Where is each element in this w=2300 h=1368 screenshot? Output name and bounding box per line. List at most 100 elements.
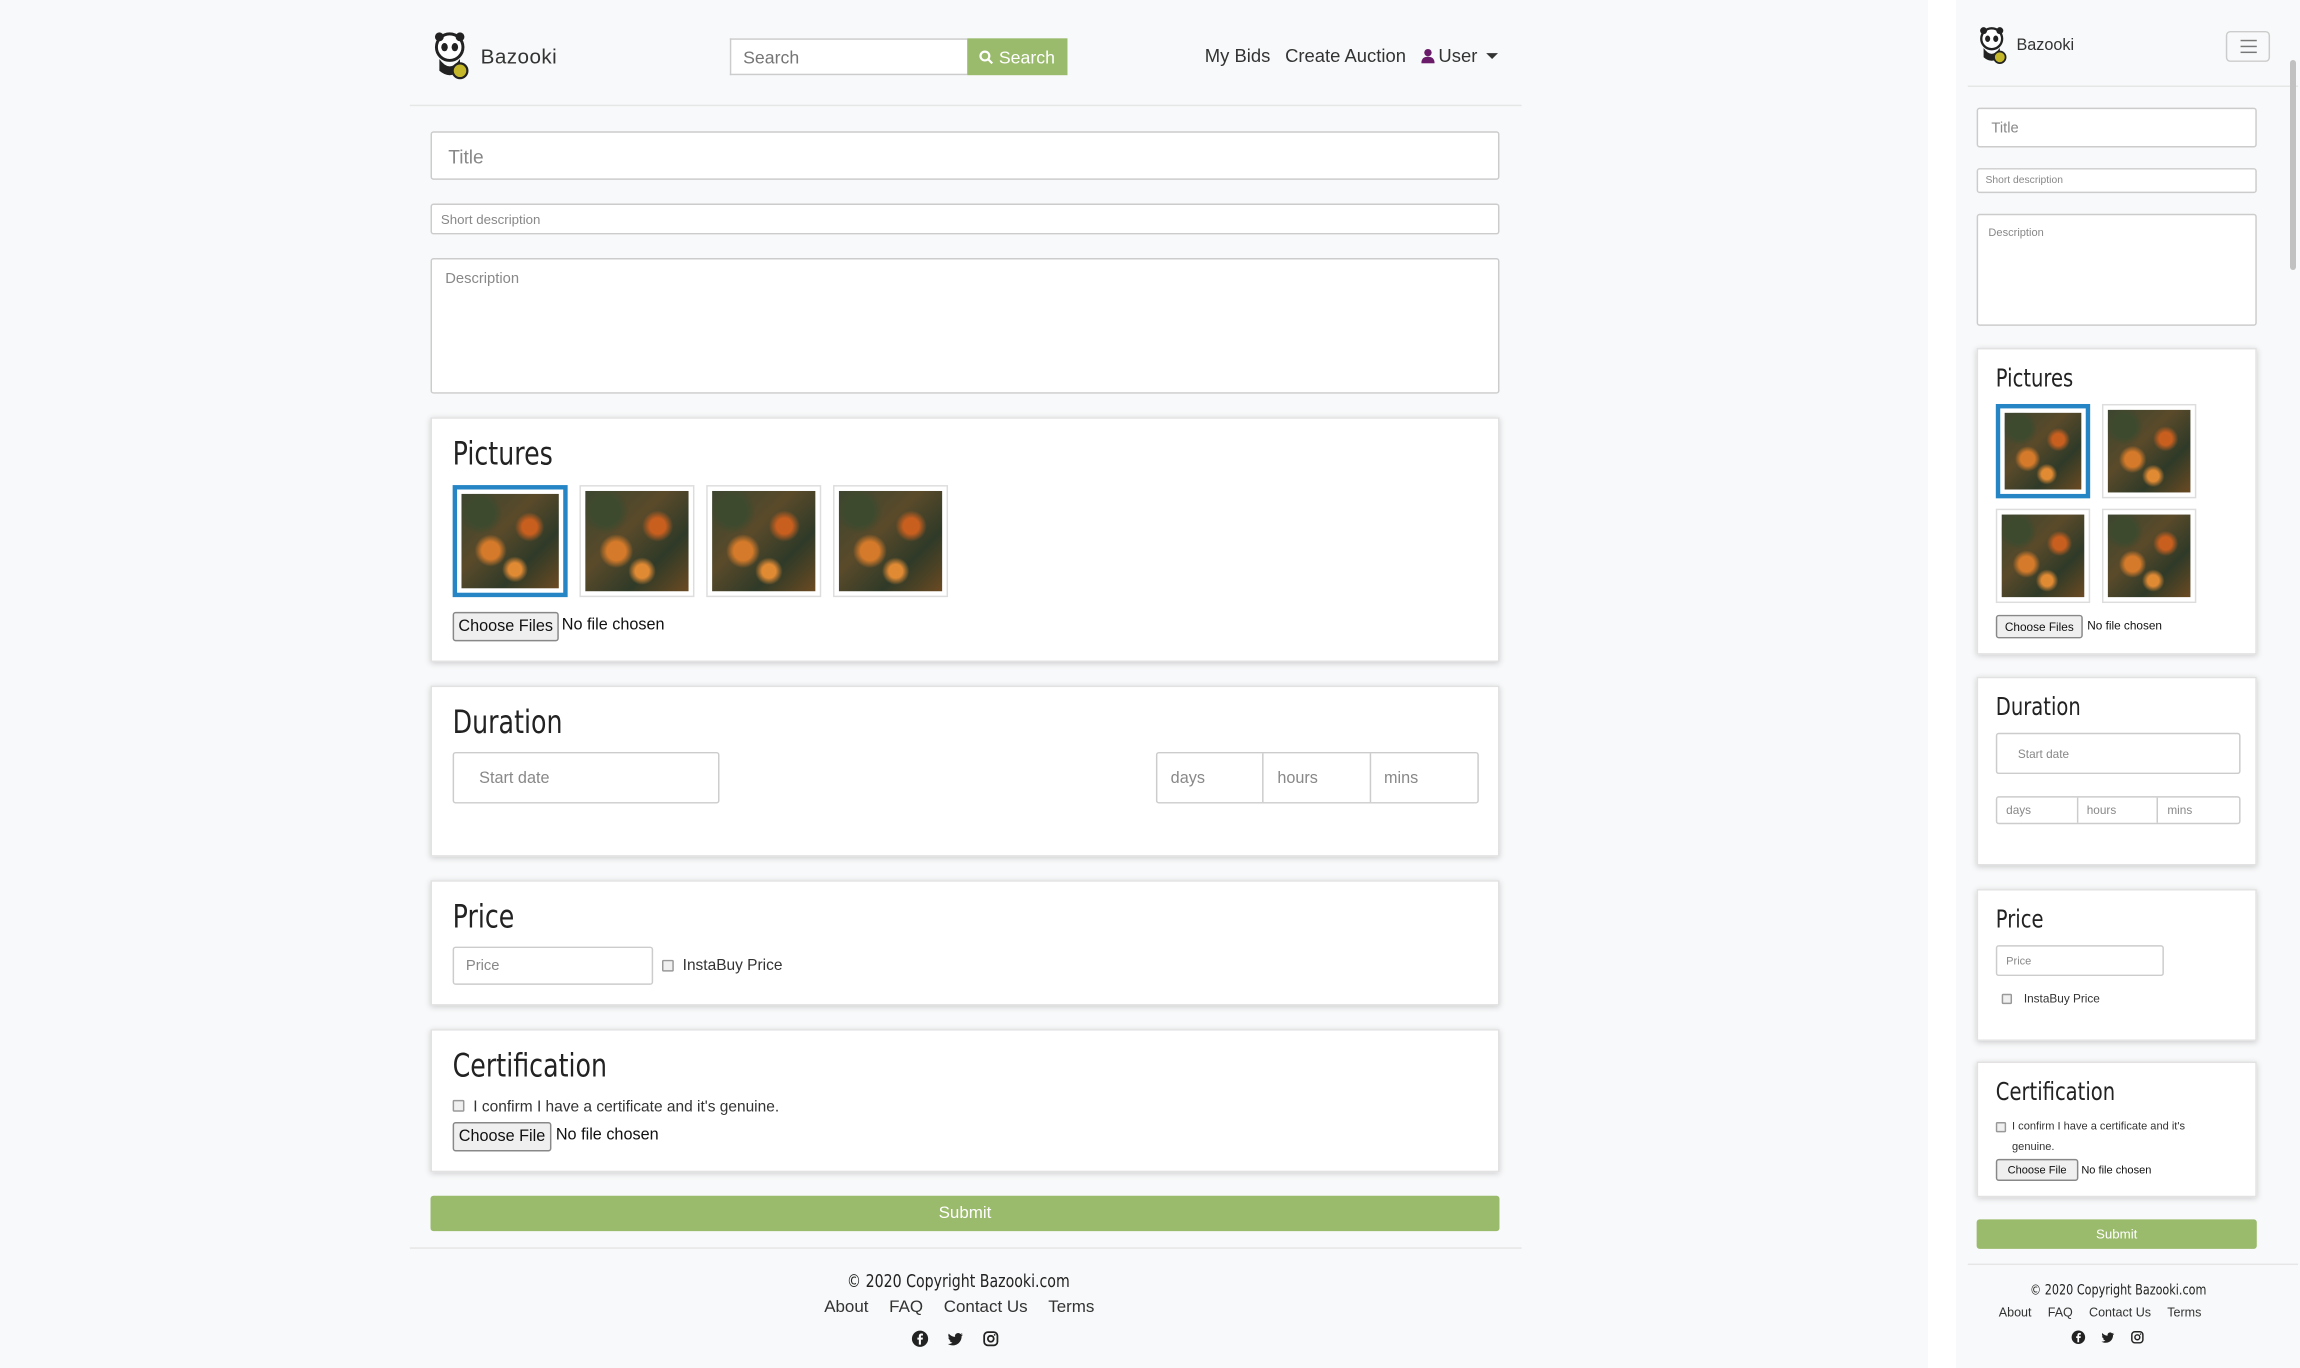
mobile-header-divider [1967, 85, 2299, 87]
mins-input[interactable]: mins [1371, 753, 1478, 802]
start-date-input[interactable]: Start date [452, 751, 720, 804]
mobile-hours-input[interactable]: hours [2078, 797, 2159, 823]
nav-links: My Bids Create Auction User [1205, 45, 1498, 67]
mobile-title-input[interactable]: Title [1976, 107, 2257, 148]
social-links [911, 1330, 999, 1348]
short-description-input[interactable]: Short description [430, 203, 1500, 235]
mobile-duration-card: Duration Start date days hours mins [1976, 676, 2257, 866]
mobile-short-description-input[interactable]: Short description [1976, 168, 2257, 194]
mobile-footer-link-contact[interactable]: Contact Us [2089, 1305, 2151, 1320]
mobile-mins-input[interactable]: mins [2158, 798, 2239, 823]
hours-input[interactable]: hours [1264, 753, 1371, 803]
mobile-footer-divider [1967, 1263, 2299, 1266]
title-input[interactable]: Title [430, 131, 1500, 180]
submit-button[interactable]: Submit [430, 1195, 1500, 1232]
facebook-icon[interactable] [911, 1330, 929, 1348]
choose-file-button[interactable]: Choose File [452, 1122, 552, 1152]
mobile-instabuy-checkbox[interactable] [2001, 993, 2013, 1005]
mobile-copyright: © 2020 Copyright Bazooki.com [2029, 1282, 2207, 1299]
instagram-icon[interactable] [2130, 1330, 2145, 1345]
mobile-days-input[interactable]: days [1997, 797, 2078, 823]
nav-my-bids[interactable]: My Bids [1205, 46, 1271, 67]
footer-link-contact[interactable]: Contact Us [944, 1299, 1028, 1317]
chevron-down-icon [1486, 53, 1498, 59]
mobile-description-textarea[interactable]: Description [1976, 213, 2257, 326]
menu-toggle-icon[interactable] [2225, 30, 2271, 62]
picture-thumbnail[interactable] [706, 485, 822, 598]
mobile-start-date-input[interactable]: Start date [1995, 732, 2241, 775]
picture-thumbnail[interactable] [2101, 508, 2197, 604]
picture-thumbnail-selected[interactable] [452, 485, 568, 598]
price-card: Price Price InstaBuy Price [430, 880, 1500, 1006]
mobile-price-input[interactable]: Price [1995, 945, 2164, 977]
desktop-view: Bazooki Search My Bids Create Auction Us… [0, 0, 1917, 1368]
mobile-certificate-confirm-line1: I confirm I have a certificate and it's [2012, 1119, 2186, 1133]
pictures-card: Pictures Choose Files No file chosen [430, 417, 1500, 663]
certificate-checkbox[interactable] [452, 1099, 465, 1112]
pictures-file-status: No file chosen [561, 616, 665, 634]
panda-logo-icon [431, 29, 472, 82]
instagram-icon[interactable] [982, 1330, 1000, 1348]
navbar: Bazooki Search My Bids Create Auction Us… [409, 0, 1522, 107]
mobile-choose-file-button[interactable]: Choose File [1995, 1158, 2079, 1181]
mobile-brand-name: Bazooki [2016, 36, 2075, 55]
mobile-submit-button[interactable]: Submit [1976, 1219, 2257, 1249]
certificate-file-status: No file chosen [555, 1126, 659, 1145]
search-button[interactable]: Search [967, 38, 1068, 76]
nav-user-dropdown[interactable]: User [1420, 45, 1498, 67]
mobile-scrollbar[interactable] [2290, 60, 2296, 270]
mobile-price-card: Price Price InstaBuy Price [1976, 889, 2257, 1041]
twitter-icon[interactable] [947, 1330, 965, 1348]
picture-thumbnail[interactable] [2101, 403, 2197, 499]
picture-thumbnail-selected[interactable] [1995, 403, 2091, 499]
mobile-certificate-confirm-line2: genuine. [2012, 1139, 2055, 1153]
duration-inputs: days hours mins [1155, 751, 1479, 804]
mobile-duration-heading: Duration [1995, 692, 2081, 723]
mobile-price-heading: Price [1995, 905, 2044, 935]
footer-link-faq[interactable]: FAQ [889, 1299, 923, 1317]
certificate-confirm-label: I confirm I have a certificate and it's … [473, 1098, 780, 1117]
nav-create-auction[interactable]: Create Auction [1285, 46, 1406, 67]
brand[interactable]: Bazooki [431, 29, 558, 82]
mobile-pictures-heading: Pictures [1995, 364, 2074, 394]
search-input[interactable] [729, 38, 968, 76]
copyright: © 2020 Copyright Bazooki.com [846, 1270, 1070, 1292]
picture-thumbnail[interactable] [833, 485, 949, 598]
certification-card: Certification I confirm I have a certifi… [430, 1029, 1500, 1173]
user-icon [1420, 48, 1434, 64]
view-separator [1928, 0, 1956, 1368]
search-form: Search [729, 38, 1068, 76]
facebook-icon[interactable] [2071, 1330, 2086, 1345]
search-button-label: Search [998, 46, 1055, 68]
footer-divider [409, 1247, 1522, 1249]
mobile-footer-links: About FAQ Contact Us Terms [1999, 1305, 2202, 1320]
mobile-certification-card: Certification I confirm I have a certifi… [1976, 1061, 2257, 1198]
footer-link-about[interactable]: About [824, 1299, 868, 1317]
picture-thumbnail[interactable] [1995, 508, 2091, 604]
mobile-footer-link-faq[interactable]: FAQ [2048, 1305, 2073, 1320]
mobile-footer-link-about[interactable]: About [1999, 1305, 2032, 1320]
footer-links: About FAQ Contact Us Terms [824, 1299, 1094, 1317]
mobile-view: Bazooki Title Short description Descript… [1956, 0, 2300, 1368]
mobile-instabuy-label: InstaBuy Price [2023, 992, 2100, 1006]
choose-files-button[interactable]: Choose Files [452, 611, 559, 642]
days-input[interactable]: days [1157, 753, 1265, 803]
mobile-brand[interactable]: Bazooki [1977, 24, 2075, 68]
mobile-pictures-file-status: No file chosen [2087, 619, 2162, 633]
mobile-footer-link-terms[interactable]: Terms [2167, 1305, 2201, 1320]
mobile-choose-files-button[interactable]: Choose Files [1995, 614, 2083, 639]
certification-heading: Certification [452, 1048, 608, 1086]
price-input[interactable]: Price [452, 946, 654, 985]
twitter-icon[interactable] [2100, 1330, 2115, 1345]
brand-name: Bazooki [480, 44, 558, 68]
price-heading: Price [452, 899, 515, 937]
duration-heading: Duration [452, 704, 563, 742]
mobile-certificate-checkbox[interactable] [1995, 1122, 2007, 1133]
footer-link-terms[interactable]: Terms [1048, 1299, 1094, 1317]
nav-user-label: User [1438, 45, 1478, 67]
pictures-heading: Pictures [452, 436, 553, 474]
search-icon [980, 49, 994, 64]
description-textarea[interactable]: Description [430, 258, 1500, 394]
picture-thumbnail[interactable] [579, 485, 695, 598]
instabuy-checkbox[interactable] [662, 959, 674, 972]
